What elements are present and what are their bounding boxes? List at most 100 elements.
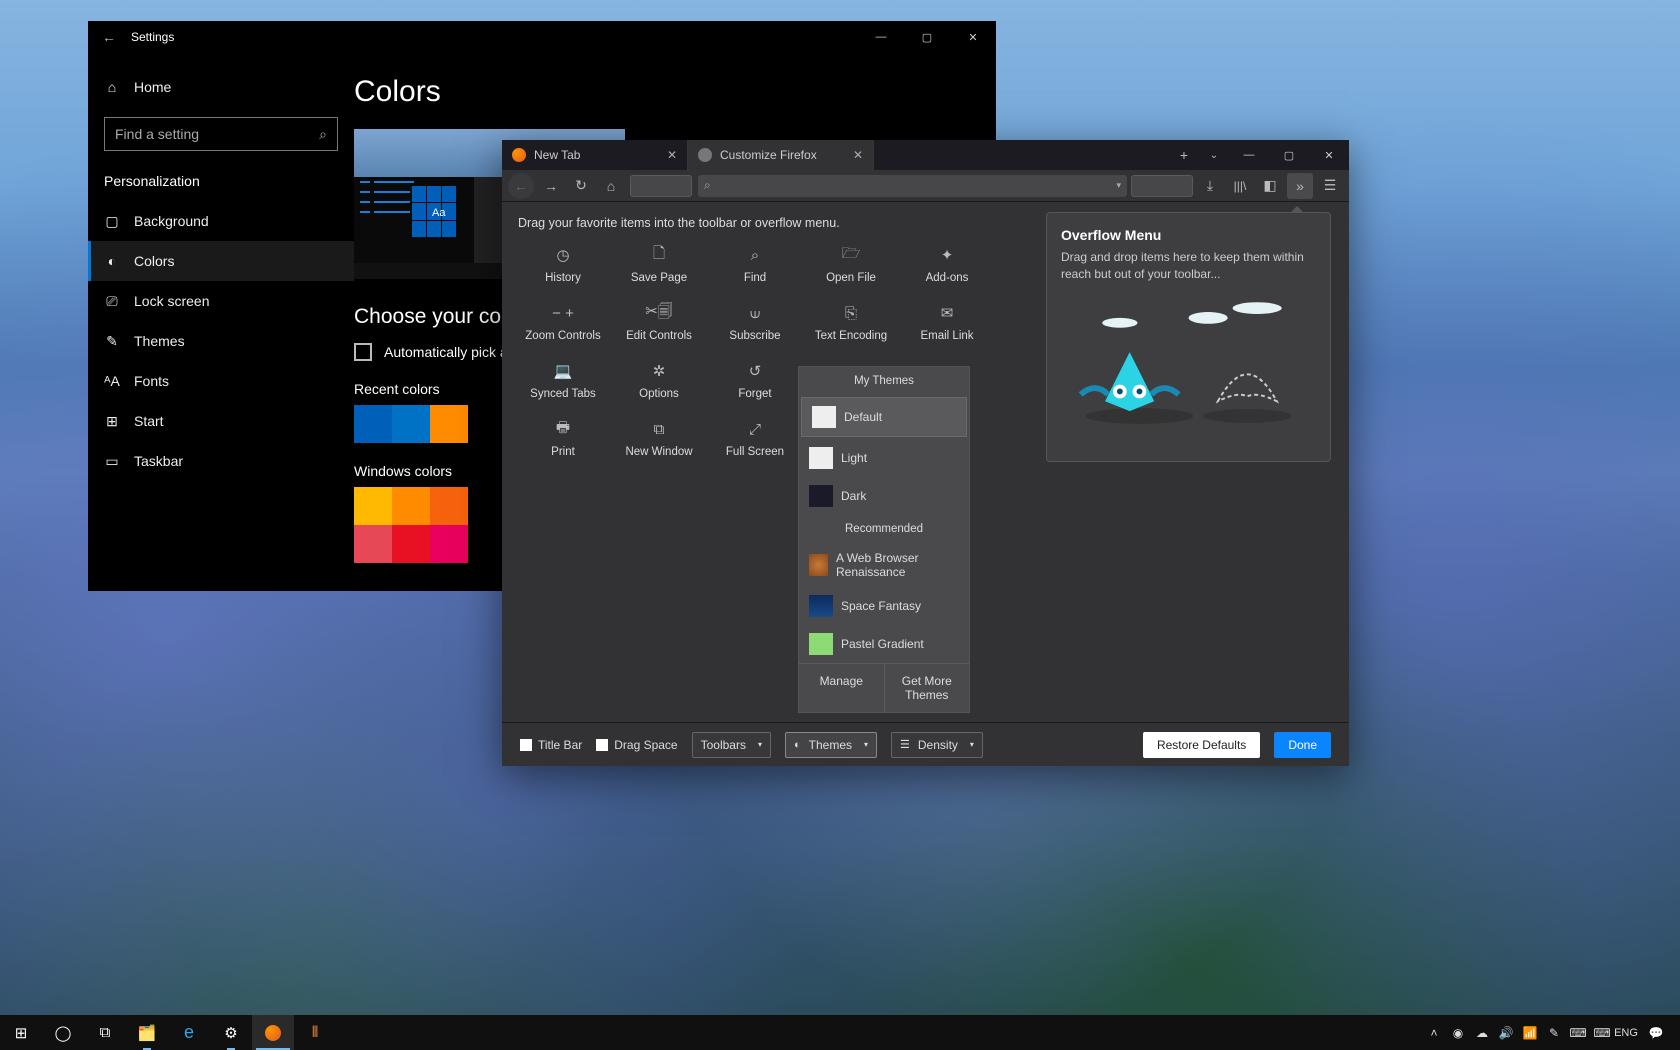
start-button[interactable]: ⊞ — [0, 1015, 42, 1050]
customize-item-add-ons[interactable]: ✦Add-ons — [902, 246, 992, 284]
customize-item-forget[interactable]: ↺Forget — [710, 362, 800, 400]
color-swatch[interactable] — [354, 405, 392, 443]
color-swatch[interactable] — [392, 525, 430, 563]
themes-dropdown[interactable]: ◐Themes▾ — [785, 732, 877, 758]
customize-item-open-file[interactable]: 🗁Open File — [806, 246, 896, 284]
tray-input-icon[interactable]: ✎ — [1542, 1015, 1566, 1050]
customize-item-full-screen[interactable]: ⤢Full Screen — [710, 420, 800, 458]
tab-dropdown-icon[interactable]: ⌄ — [1199, 140, 1229, 170]
close-button[interactable]: ✕ — [1309, 140, 1349, 170]
cortana-button[interactable]: ◯ — [42, 1015, 84, 1050]
sidebar-item-fonts[interactable]: ᴬAFonts — [88, 361, 354, 401]
color-swatch[interactable] — [392, 487, 430, 525]
tray-app-icon[interactable]: ◉ — [1446, 1015, 1470, 1050]
customize-item-zoom-controls[interactable]: − +Zoom Controls — [518, 304, 608, 342]
library-button[interactable]: |||\ — [1227, 173, 1253, 199]
tab-new-tab[interactable]: New Tab ✕ — [502, 140, 688, 170]
tray-keyboard-icon[interactable]: ⌨ — [1566, 1015, 1590, 1050]
theme-item-default[interactable]: Default — [801, 397, 967, 437]
color-swatch[interactable] — [354, 525, 392, 563]
toolbars-dropdown[interactable]: Toolbars▾ — [692, 732, 771, 758]
customize-item-print[interactable]: 🖶Print — [518, 420, 608, 458]
tray-notifications-icon[interactable]: 💬 — [1638, 1015, 1674, 1050]
customize-item-find[interactable]: ⌕Find — [710, 246, 800, 284]
tray-onedrive-icon[interactable]: ☁ — [1470, 1015, 1494, 1050]
forward-button[interactable]: → — [538, 173, 564, 199]
get-more-themes-button[interactable]: Get More Themes — [885, 664, 970, 712]
title-bar-checkbox[interactable]: Title Bar — [520, 738, 582, 752]
sidebar-item-start[interactable]: ⊞Start — [88, 401, 354, 441]
taskbar-app-edge[interactable]: e — [168, 1015, 210, 1050]
new-tab-button[interactable]: + — [1169, 140, 1199, 170]
sidebar-item-colors[interactable]: ◐Colors — [88, 241, 354, 281]
color-swatch[interactable] — [354, 487, 392, 525]
theme-item-space[interactable]: Space Fantasy — [799, 587, 969, 625]
theme-item-dark[interactable]: Dark — [799, 477, 969, 515]
customize-item-save-page[interactable]: 🗋Save Page — [614, 246, 704, 284]
close-tab-icon[interactable]: ✕ — [667, 148, 677, 162]
reload-button[interactable]: ↻ — [568, 173, 594, 199]
url-input[interactable] — [630, 175, 692, 197]
taskbar-app-explorer[interactable]: 🗂️ — [126, 1015, 168, 1050]
color-swatch[interactable] — [430, 487, 468, 525]
overflow-button[interactable]: » — [1287, 173, 1313, 199]
tray-language[interactable]: ENG — [1614, 1015, 1638, 1050]
task-view-button[interactable]: ⧉ — [84, 1015, 126, 1050]
manage-themes-button[interactable]: Manage — [799, 664, 885, 712]
customize-item-history[interactable]: ◷History — [518, 246, 608, 284]
sidebar-item-background[interactable]: ▢Background — [88, 201, 354, 241]
customize-item-email-link[interactable]: ✉Email Link — [902, 304, 992, 342]
taskbar-icon: ▭ — [104, 453, 120, 470]
downloads-button[interactable]: ⤓ — [1197, 173, 1223, 199]
overflow-menu-panel[interactable]: Overflow Menu Drag and drop items here t… — [1046, 212, 1331, 462]
color-swatch[interactable] — [430, 525, 468, 563]
home-icon: ⌂ — [104, 79, 120, 95]
maximize-button[interactable]: ▢ — [1269, 140, 1309, 170]
taskbar-app-settings[interactable]: ⚙ — [210, 1015, 252, 1050]
sidebar-item-taskbar[interactable]: ▭Taskbar — [88, 441, 354, 481]
drag-space-checkbox[interactable]: Drag Space — [596, 738, 677, 752]
theme-item-pastel[interactable]: Pastel Gradient — [799, 625, 969, 663]
color-swatch[interactable] — [392, 405, 430, 443]
theme-item-renaissance[interactable]: A Web Browser Renaissance — [799, 543, 969, 587]
home-button[interactable]: ⌂ — [598, 173, 624, 199]
settings-titlebar[interactable]: ← Settings ― ▢ ✕ — [88, 21, 996, 53]
customize-item-text-encoding[interactable]: ⎘Text Encoding — [806, 304, 896, 342]
restore-defaults-button[interactable]: Restore Defaults — [1143, 732, 1260, 758]
sidebar-item-home[interactable]: ⌂ Home — [88, 67, 354, 107]
density-dropdown[interactable]: ☰Density▾ — [891, 732, 983, 758]
sidebar-button[interactable]: ◧ — [1257, 173, 1283, 199]
sidebar-item-lockscreen[interactable]: ⎚Lock screen — [88, 281, 354, 321]
customize-item-synced-tabs[interactable]: 💻Synced Tabs — [518, 362, 608, 400]
dropdown-icon[interactable]: ▾ — [1116, 180, 1121, 191]
minimize-button[interactable]: ― — [1229, 140, 1269, 170]
tab-customize[interactable]: Customize Firefox ✕ — [688, 140, 874, 170]
menu-button[interactable]: ☰ — [1317, 173, 1343, 199]
taskbar-app-other[interactable]: ⦀ — [294, 1015, 336, 1050]
themes-icon: ✎ — [104, 333, 120, 350]
tray-network-icon[interactable]: 📶 — [1518, 1015, 1542, 1050]
tray-ime-icon[interactable]: ⌨ — [1590, 1015, 1614, 1050]
close-button[interactable]: ✕ — [950, 21, 996, 53]
chevron-down-icon: ▾ — [864, 740, 868, 749]
toolbar-input[interactable] — [1131, 175, 1193, 197]
customize-item-edit-controls[interactable]: ✂🗐Edit Controls — [614, 304, 704, 342]
maximize-button[interactable]: ▢ — [904, 21, 950, 53]
find-icon: ⌕ — [751, 246, 759, 264]
close-tab-icon[interactable]: ✕ — [853, 148, 863, 162]
back-icon[interactable]: ← — [102, 29, 116, 45]
customize-item-new-window[interactable]: ⧉New Window — [614, 420, 704, 458]
tray-chevron-icon[interactable]: ˄ — [1422, 1015, 1446, 1050]
done-button[interactable]: Done — [1274, 732, 1331, 758]
page-title: Colors — [354, 75, 996, 109]
customize-item-subscribe[interactable]: ⟒Subscribe — [710, 304, 800, 342]
taskbar-app-firefox[interactable] — [252, 1015, 294, 1050]
search-input[interactable]: ⌕ ▾ — [698, 175, 1127, 197]
color-swatch[interactable] — [430, 405, 468, 443]
sidebar-item-themes[interactable]: ✎Themes — [88, 321, 354, 361]
settings-search-input[interactable]: Find a setting ⌕ — [104, 117, 338, 151]
tray-volume-icon[interactable]: 🔊 — [1494, 1015, 1518, 1050]
customize-item-options[interactable]: ✲Options — [614, 362, 704, 400]
minimize-button[interactable]: ― — [858, 21, 904, 53]
theme-item-light[interactable]: Light — [799, 439, 969, 477]
